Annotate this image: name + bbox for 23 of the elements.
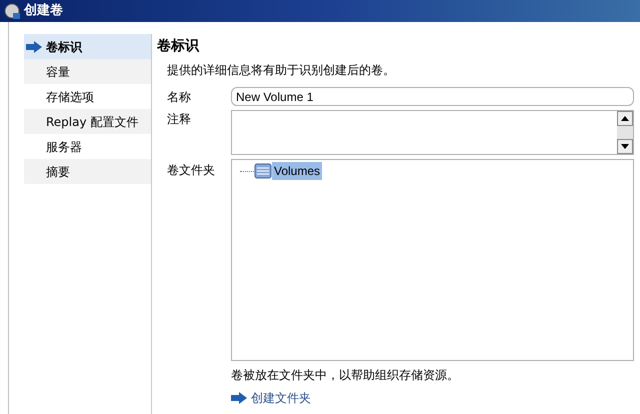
section-heading: 卷标识 (157, 37, 199, 56)
scroll-up-icon[interactable] (617, 111, 633, 126)
tree-item[interactable]: Volumes (272, 162, 322, 180)
sidebar-item[interactable]: 卷标识 (24, 34, 151, 59)
sidebar-item[interactable]: 容量 (24, 59, 151, 84)
field-label: 注释 (167, 111, 192, 128)
field-label: 名称 (167, 88, 192, 106)
description-text: 提供的详细信息将有助于识别创建后的卷。 (167, 62, 395, 79)
scrollbar[interactable] (617, 111, 633, 154)
field-label: 卷文件夹 (167, 162, 216, 179)
sidebar-item[interactable]: Replay 配置文件 (24, 109, 151, 134)
arrow-icon (26, 40, 42, 52)
arrow-icon (231, 392, 247, 404)
sidebar-item[interactable]: 摘要 (24, 159, 151, 184)
app-logo-icon (4, 3, 20, 19)
notes-field[interactable] (231, 110, 634, 155)
window-title: 创建卷 (24, 2, 63, 20)
database-icon (254, 163, 272, 179)
create-folder-link[interactable]: 创建文件夹 (251, 389, 311, 407)
scroll-down-icon[interactable] (617, 139, 633, 154)
caption-text: 卷被放在文件夹中，以帮助组织存储资源。 (231, 367, 459, 384)
folder-tree[interactable]: Volumes (231, 159, 634, 361)
name-field[interactable]: New Volume 1 (231, 87, 634, 106)
